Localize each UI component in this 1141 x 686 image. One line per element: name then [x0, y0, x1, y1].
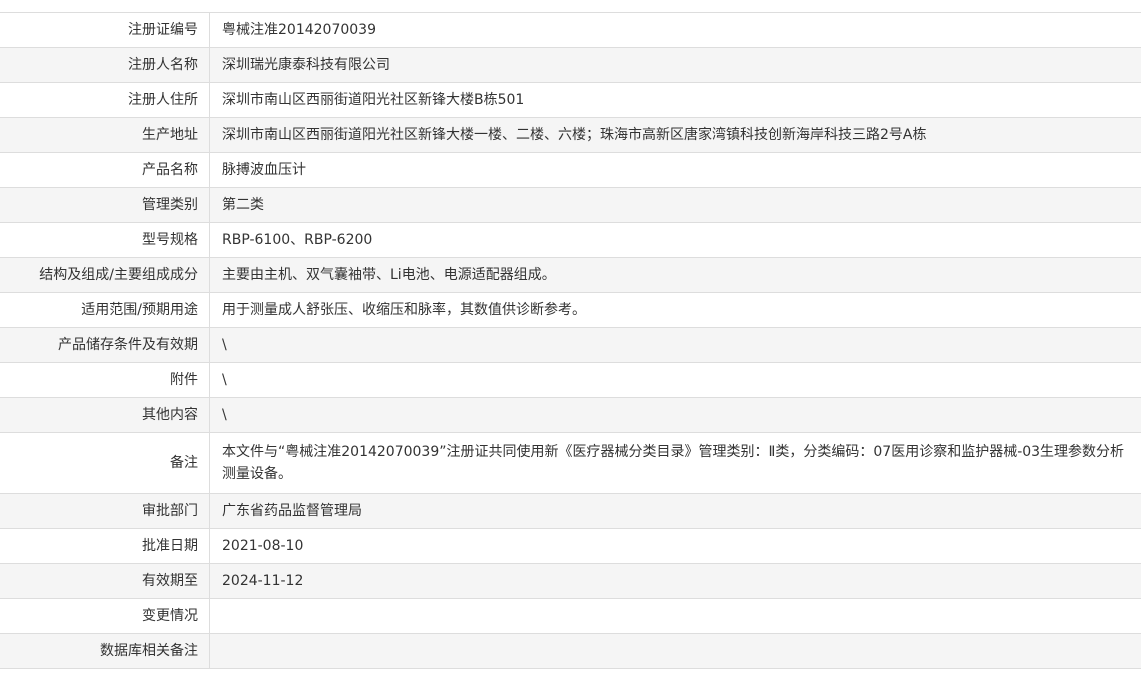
row-value	[210, 634, 1141, 668]
row-value-text: \	[222, 337, 227, 353]
row-label: 产品储存条件及有效期	[0, 328, 210, 362]
row-label: 型号规格	[0, 223, 210, 257]
row-storage-validity: 产品储存条件及有效期 \	[0, 328, 1141, 363]
row-intended-use: 适用范围/预期用途 用于测量成人舒张压、收缩压和脉率，其数值供诊断参考。	[0, 293, 1141, 328]
row-value-text: 广东省药品监督管理局	[222, 503, 362, 519]
row-registrant-address: 注册人住所 深圳市南山区西丽街道阳光社区新锋大楼B栋501	[0, 83, 1141, 118]
row-registration-number: 注册证编号 粤械注准20142070039	[0, 13, 1141, 48]
row-value-text: 深圳瑞光康泰科技有限公司	[222, 57, 390, 73]
row-value: 广东省药品监督管理局	[210, 494, 1141, 528]
row-label: 适用范围/预期用途	[0, 293, 210, 327]
row-production-address: 生产地址 深圳市南山区西丽街道阳光社区新锋大楼一楼、二楼、六楼；珠海市高新区唐家…	[0, 118, 1141, 153]
row-database-remarks: 数据库相关备注	[0, 634, 1141, 669]
row-label: 注册人名称	[0, 48, 210, 82]
row-label: 备注	[0, 433, 210, 493]
row-value: \	[210, 328, 1141, 362]
row-value: 主要由主机、双气囊袖带、Li电池、电源适配器组成。	[210, 258, 1141, 292]
row-label: 其他内容	[0, 398, 210, 432]
row-value: 2021-08-10	[210, 529, 1141, 563]
row-value: 深圳瑞光康泰科技有限公司	[210, 48, 1141, 82]
registration-detail-table: 注册证编号 粤械注准20142070039 注册人名称 深圳瑞光康泰科技有限公司…	[0, 12, 1141, 669]
row-label: 产品名称	[0, 153, 210, 187]
row-label: 审批部门	[0, 494, 210, 528]
row-change-status: 变更情况	[0, 599, 1141, 634]
row-label: 管理类别	[0, 188, 210, 222]
row-structure-composition: 结构及组成/主要组成成分 主要由主机、双气囊袖带、Li电池、电源适配器组成。	[0, 258, 1141, 293]
row-value-text: 深圳市南山区西丽街道阳光社区新锋大楼B栋501	[222, 92, 525, 108]
row-value-text: 粤械注准20142070039	[222, 22, 376, 38]
row-valid-until: 有效期至 2024-11-12	[0, 564, 1141, 599]
row-value-text: \	[222, 372, 227, 388]
row-value: \	[210, 398, 1141, 432]
row-registrant-name: 注册人名称 深圳瑞光康泰科技有限公司	[0, 48, 1141, 83]
row-label: 注册人住所	[0, 83, 210, 117]
row-value: 用于测量成人舒张压、收缩压和脉率，其数值供诊断参考。	[210, 293, 1141, 327]
row-value-text: 第二类	[222, 197, 264, 213]
row-value	[210, 599, 1141, 633]
row-value-text: 本文件与“粤械注准20142070039”注册证共同使用新《医疗器械分类目录》管…	[222, 444, 1125, 482]
row-label: 批准日期	[0, 529, 210, 563]
row-label: 数据库相关备注	[0, 634, 210, 668]
row-value-text: 用于测量成人舒张压、收缩压和脉率，其数值供诊断参考。	[222, 302, 586, 318]
row-approval-date: 批准日期 2021-08-10	[0, 529, 1141, 564]
row-value-text: RBP-6100、RBP-6200	[222, 232, 373, 248]
row-value-text: 脉搏波血压计	[222, 162, 306, 178]
row-value: 第二类	[210, 188, 1141, 222]
row-product-name: 产品名称 脉搏波血压计	[0, 153, 1141, 188]
row-attachments: 附件 \	[0, 363, 1141, 398]
row-value: 粤械注准20142070039	[210, 13, 1141, 47]
row-management-category: 管理类别 第二类	[0, 188, 1141, 223]
row-value-text: 2021-08-10	[222, 538, 304, 554]
row-label: 变更情况	[0, 599, 210, 633]
row-value: 脉搏波血压计	[210, 153, 1141, 187]
row-model-spec: 型号规格 RBP-6100、RBP-6200	[0, 223, 1141, 258]
row-label: 附件	[0, 363, 210, 397]
row-value: \	[210, 363, 1141, 397]
row-value-text: \	[222, 407, 227, 423]
row-value-text: 深圳市南山区西丽街道阳光社区新锋大楼一楼、二楼、六楼；珠海市高新区唐家湾镇科技创…	[222, 127, 927, 143]
row-label: 有效期至	[0, 564, 210, 598]
row-value: 本文件与“粤械注准20142070039”注册证共同使用新《医疗器械分类目录》管…	[210, 433, 1141, 493]
row-value: 深圳市南山区西丽街道阳光社区新锋大楼一楼、二楼、六楼；珠海市高新区唐家湾镇科技创…	[210, 118, 1141, 152]
row-value: RBP-6100、RBP-6200	[210, 223, 1141, 257]
row-label: 注册证编号	[0, 13, 210, 47]
row-value: 2024-11-12	[210, 564, 1141, 598]
row-value: 深圳市南山区西丽街道阳光社区新锋大楼B栋501	[210, 83, 1141, 117]
row-other-content: 其他内容 \	[0, 398, 1141, 433]
row-remarks: 备注 本文件与“粤械注准20142070039”注册证共同使用新《医疗器械分类目…	[0, 433, 1141, 494]
row-label: 生产地址	[0, 118, 210, 152]
row-value-text: 2024-11-12	[222, 573, 304, 589]
row-value-text: 主要由主机、双气囊袖带、Li电池、电源适配器组成。	[222, 267, 556, 283]
row-approval-department: 审批部门 广东省药品监督管理局	[0, 494, 1141, 529]
row-label: 结构及组成/主要组成成分	[0, 258, 210, 292]
